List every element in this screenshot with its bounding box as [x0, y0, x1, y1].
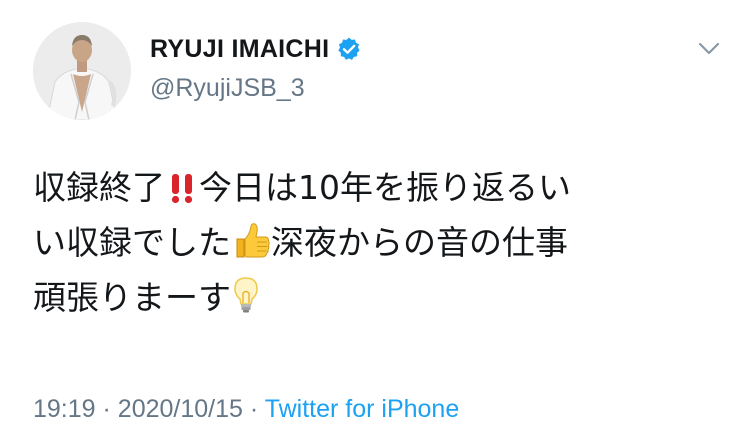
- tweet-metadata: 19:19 · 2020/10/15 · Twitter for iPhone: [33, 395, 459, 424]
- separator: ·: [249, 395, 259, 423]
- tweet-text-segment: い収録でした: [33, 223, 231, 262]
- tweet-text-segment: 今日は10年を振り返るい: [199, 168, 571, 207]
- tweet-card: RYUJI IMAICHI @RyujiJSB_3 収録終了 今日は10年を振り…: [0, 0, 735, 427]
- separator: ·: [102, 395, 111, 423]
- verified-badge-icon: [336, 36, 362, 62]
- tweet-source-link[interactable]: Twitter for iPhone: [265, 395, 460, 423]
- display-name-row[interactable]: RYUJI IMAICHI: [150, 34, 362, 64]
- tweet-text-segment: 収録終了: [33, 168, 165, 207]
- tweet-line-2: い収録でした 深夜からの音の仕事: [33, 215, 723, 270]
- tweet-line-1: 収録終了 今日は10年を振り返るい: [33, 160, 723, 215]
- display-name[interactable]: RYUJI IMAICHI: [150, 35, 329, 64]
- tweet-line-3: 頑張りまーす: [33, 270, 723, 325]
- chevron-down-icon[interactable]: [697, 40, 721, 58]
- light-bulb-emoji: [231, 275, 261, 331]
- double-exclamation-emoji: [165, 166, 199, 221]
- tweet-text-segment: 深夜からの音の仕事: [271, 223, 568, 262]
- tweet-time[interactable]: 19:19: [33, 395, 96, 423]
- tweet-date[interactable]: 2020/10/15: [118, 395, 243, 423]
- tweet-text: 収録終了 今日は10年を振り返るい い収録でした 深夜からの音の仕事 頑張りまー…: [33, 160, 723, 325]
- avatar-image: [33, 22, 131, 120]
- thumbs-up-emoji: [231, 221, 271, 276]
- tweet-text-segment: 頑張りまーす: [33, 278, 231, 317]
- avatar[interactable]: [33, 22, 131, 120]
- user-handle[interactable]: @RyujiJSB_3: [150, 74, 305, 103]
